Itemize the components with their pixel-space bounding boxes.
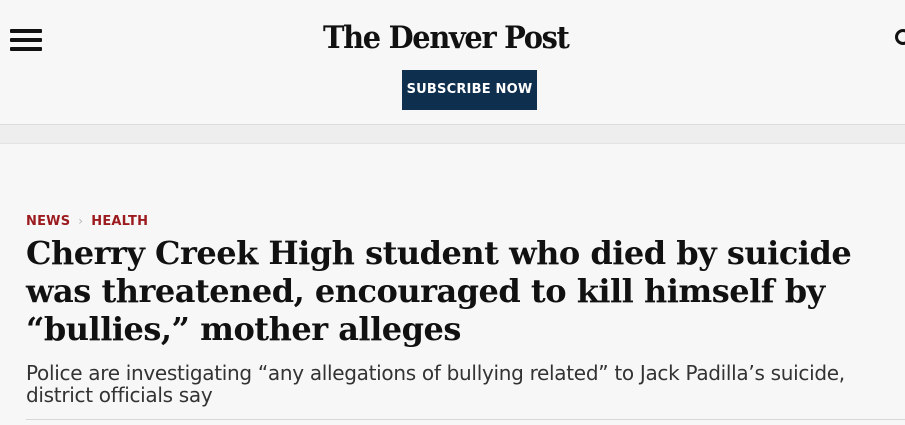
article-dek: Police are investigating “any allegation… (26, 361, 845, 407)
search-icon[interactable] (893, 27, 905, 49)
site-header: The Denver Post SUBSCRIBE NOW (0, 0, 905, 124)
menu-bar (10, 47, 42, 51)
search-lens (895, 29, 905, 45)
chevron-right-icon: › (78, 214, 84, 228)
site-logo[interactable]: The Denver Post (323, 18, 596, 58)
breadcrumb-health[interactable]: HEALTH (91, 214, 148, 229)
divider (26, 419, 905, 420)
article-headline: Cherry Creek High student who died by su… (26, 234, 852, 348)
menu-bar (10, 29, 42, 33)
subscribe-button[interactable]: SUBSCRIBE NOW (402, 70, 537, 110)
breadcrumb-news[interactable]: NEWS (26, 214, 70, 229)
article-header: NEWS › HEALTH Cherry Creek High student … (0, 144, 905, 425)
hamburger-menu-icon[interactable] (10, 27, 42, 53)
ad-placeholder-bar (0, 124, 905, 144)
menu-bar (10, 38, 42, 42)
breadcrumb: NEWS › HEALTH (26, 212, 148, 230)
